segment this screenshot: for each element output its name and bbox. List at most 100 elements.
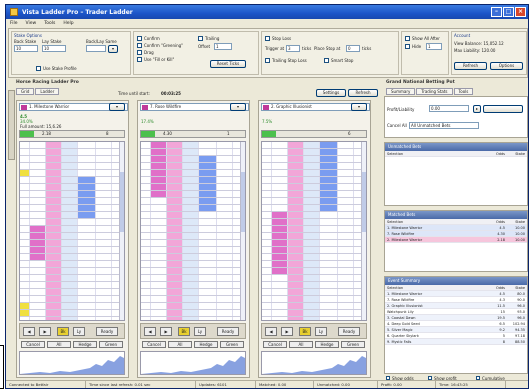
ladder-cell[interactable] <box>183 212 199 218</box>
ladder-cell[interactable] <box>199 240 217 246</box>
ladder-cell[interactable] <box>288 149 304 155</box>
ladder-cell[interactable] <box>96 233 112 239</box>
ladder-cell[interactable] <box>288 317 304 320</box>
ladder-cell[interactable] <box>46 142 62 148</box>
ladder-cell[interactable] <box>262 142 272 148</box>
tab-trading-stats[interactable]: Trading Stats <box>416 88 453 95</box>
ladder-cell[interactable] <box>288 303 304 309</box>
ladder-cell[interactable] <box>96 317 112 320</box>
hedge-button[interactable]: Hedge <box>73 341 97 348</box>
ladder-cell[interactable] <box>199 289 217 295</box>
ladder-row[interactable] <box>262 289 366 296</box>
ladder-row[interactable] <box>262 303 366 310</box>
ladder-cell[interactable] <box>78 289 96 295</box>
ladder-cell[interactable] <box>320 261 338 267</box>
reset-ticks-button[interactable]: Reset Ticks <box>210 60 246 68</box>
hide-checkbox[interactable] <box>405 44 410 49</box>
maximize-button[interactable]: □ <box>503 7 514 17</box>
drag-checkbox[interactable] <box>137 50 142 55</box>
ladder-row[interactable] <box>20 149 124 156</box>
ladder-cell[interactable] <box>20 310 30 316</box>
ladder-cell[interactable] <box>217 219 233 225</box>
ladder-cell[interactable] <box>167 275 183 281</box>
ladder-cell[interactable] <box>338 191 354 197</box>
ladder-cell[interactable] <box>217 184 233 190</box>
ladder-cell[interactable] <box>20 282 30 288</box>
ladder-cell[interactable] <box>183 149 199 155</box>
ladder-cell[interactable] <box>338 310 354 316</box>
ladder-right-button[interactable]: ▶ <box>281 327 293 336</box>
ladder-cell[interactable] <box>288 226 304 232</box>
ladder-cell[interactable] <box>167 205 183 211</box>
ladder-row[interactable] <box>262 156 366 163</box>
ladder-row[interactable] <box>141 205 245 212</box>
ladder-cell[interactable] <box>62 240 78 246</box>
ladder-cell[interactable] <box>46 233 62 239</box>
ladder-ready-button[interactable]: Ready <box>217 327 239 336</box>
ladder-cell[interactable] <box>96 282 112 288</box>
ladder-cell[interactable] <box>183 205 199 211</box>
ladder-cell[interactable] <box>46 268 62 274</box>
ladder-right-button[interactable]: ▶ <box>39 327 51 336</box>
ladder-cell[interactable] <box>20 275 30 281</box>
close-button[interactable]: × <box>515 7 526 17</box>
ladder-row[interactable] <box>141 198 245 205</box>
ladder-cell[interactable] <box>78 156 96 162</box>
ladder-cell[interactable] <box>217 233 233 239</box>
ladder-cell[interactable] <box>151 240 167 246</box>
ladder-cell[interactable] <box>141 184 151 190</box>
ladder-cell[interactable] <box>167 254 183 260</box>
ladder-cell[interactable] <box>288 163 304 169</box>
ladder-cell[interactable] <box>320 275 338 281</box>
ladder-cell[interactable] <box>141 191 151 197</box>
ladder-cell[interactable] <box>338 240 354 246</box>
ladder-cell[interactable] <box>320 191 338 197</box>
ladder-cell[interactable] <box>272 247 288 253</box>
ladder-row[interactable] <box>20 184 124 191</box>
ladder-cell[interactable] <box>167 233 183 239</box>
ladder-row[interactable] <box>20 177 124 184</box>
cancel-scope-select[interactable]: All Unmatched Bets <box>409 122 479 129</box>
ladder-cell[interactable] <box>338 233 354 239</box>
side-tab-market[interactable] <box>8 90 15 160</box>
ladder-cell[interactable] <box>320 317 338 320</box>
ladder-cell[interactable] <box>199 296 217 302</box>
ladder-cell[interactable] <box>272 149 288 155</box>
ladder-cell[interactable] <box>46 317 62 320</box>
ladder-cell[interactable] <box>96 240 112 246</box>
ladder-row[interactable] <box>262 296 366 303</box>
ladder-row[interactable] <box>262 142 366 149</box>
ladder-cell[interactable] <box>288 156 304 162</box>
ladder-cell[interactable] <box>151 282 167 288</box>
ladder-cell[interactable] <box>46 219 62 225</box>
ladder-cell[interactable] <box>272 317 288 320</box>
ladder-cell[interactable] <box>96 247 112 253</box>
ladder-cell[interactable] <box>96 226 112 232</box>
ladder-cell[interactable] <box>96 205 112 211</box>
menu-tools[interactable]: Tools <box>44 21 55 26</box>
cancel-all-button[interactable]: All <box>289 341 313 348</box>
ladder-row[interactable] <box>262 212 366 219</box>
ladder-cell[interactable] <box>304 212 320 218</box>
ladder-cell[interactable] <box>338 254 354 260</box>
ladder-cell[interactable] <box>30 177 46 183</box>
ladder-cell[interactable] <box>30 303 46 309</box>
ladder-back-button[interactable]: Bk <box>178 327 190 336</box>
ladder-cell[interactable] <box>46 240 62 246</box>
ladder-cell[interactable] <box>338 219 354 225</box>
ladder-row[interactable] <box>20 191 124 198</box>
ladder-cell[interactable] <box>96 198 112 204</box>
trigger-ticks-input[interactable]: 3 <box>286 45 300 52</box>
ladder-cell[interactable] <box>304 275 320 281</box>
ladder-cell[interactable] <box>272 268 288 274</box>
ladder-cell[interactable] <box>151 191 167 197</box>
ladder-cell[interactable] <box>217 205 233 211</box>
ladder-cell[interactable] <box>62 156 78 162</box>
ladder-ready-button[interactable]: Ready <box>338 327 360 336</box>
ladder-cell[interactable] <box>304 296 320 302</box>
ladder-cell[interactable] <box>217 198 233 204</box>
ladder-cell[interactable] <box>262 247 272 253</box>
ladder-cell[interactable] <box>272 198 288 204</box>
ladder-cell[interactable] <box>183 282 199 288</box>
scrollbar-thumb[interactable] <box>241 172 245 232</box>
